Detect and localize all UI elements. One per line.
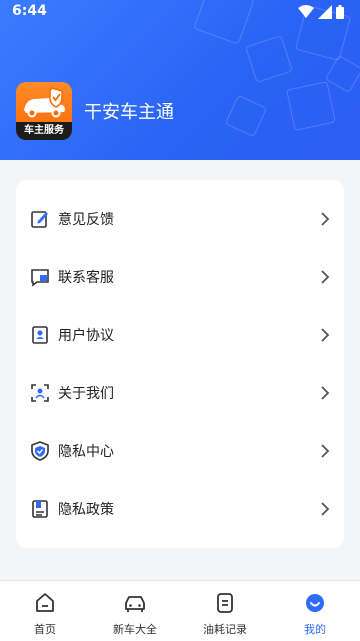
settings-menu-card: 意见反馈 联系客服 用户协议 关于我们 隐私中心 隐私政策	[16, 180, 344, 548]
decor-square	[324, 54, 360, 94]
status-time: 6:44	[12, 3, 47, 19]
tab-label: 新车大全	[113, 623, 157, 636]
menu-item-privacy-center[interactable]: 隐私中心	[16, 422, 344, 480]
menu-label: 意见反馈	[58, 212, 114, 228]
privacy-center-shield-icon	[31, 441, 49, 461]
menu-label: 用户协议	[58, 328, 114, 344]
feedback-icon	[31, 211, 48, 228]
tab-label: 油耗记录	[203, 623, 247, 636]
tab-profile[interactable]: 我的	[270, 581, 360, 641]
status-icons	[298, 5, 344, 19]
battery-icon	[336, 5, 344, 19]
user-agreement-icon	[32, 326, 48, 344]
tab-label: 我的	[304, 623, 326, 636]
signal-icon	[318, 5, 332, 19]
menu-label: 关于我们	[58, 386, 114, 402]
menu-item-user-agreement[interactable]: 用户协议	[16, 306, 344, 364]
menu-item-customer-service[interactable]: 联系客服	[16, 248, 344, 306]
about-icon	[31, 384, 49, 402]
menu-item-privacy-policy[interactable]: 隐私政策	[16, 480, 344, 538]
app-logo: 车主服务	[16, 82, 72, 140]
menu-label: 联系客服	[58, 270, 114, 286]
car-icon	[125, 596, 145, 612]
tab-label: 首页	[34, 623, 56, 636]
chevron-right-icon	[321, 270, 330, 284]
tab-fuel-record[interactable]: 油耗记录	[180, 581, 270, 641]
fuel-record-icon	[217, 593, 233, 613]
tab-home[interactable]: 首页	[0, 581, 90, 641]
menu-item-feedback[interactable]: 意见反馈	[16, 190, 344, 248]
decor-square	[224, 94, 268, 138]
chevron-right-icon	[321, 212, 330, 226]
menu-label: 隐私政策	[58, 502, 114, 518]
chevron-right-icon	[321, 444, 330, 458]
decor-square	[286, 81, 336, 131]
decor-square	[245, 35, 293, 83]
menu-label: 隐私中心	[58, 444, 114, 460]
menu-item-about[interactable]: 关于我们	[16, 364, 344, 422]
customer-service-icon	[31, 269, 49, 287]
status-bar: 6:44	[0, 0, 360, 24]
chevron-right-icon	[321, 502, 330, 516]
app-info: 车主服务 干安车主通	[16, 82, 174, 140]
chevron-right-icon	[321, 328, 330, 342]
home-icon	[36, 593, 54, 612]
privacy-policy-icon	[32, 500, 48, 518]
chevron-right-icon	[321, 386, 330, 400]
profile-icon	[306, 594, 324, 612]
logo-caption: 车主服务	[16, 122, 72, 140]
profile-header: 6:44 车主服务 干安车主通	[0, 0, 360, 160]
bottom-tab-bar: 首页 新车大全 油耗记录 我的	[0, 580, 360, 641]
tab-new-cars[interactable]: 新车大全	[90, 581, 180, 641]
wifi-icon	[298, 5, 314, 18]
app-name: 干安车主通	[84, 102, 174, 123]
car-shield-logo-icon	[24, 87, 65, 118]
